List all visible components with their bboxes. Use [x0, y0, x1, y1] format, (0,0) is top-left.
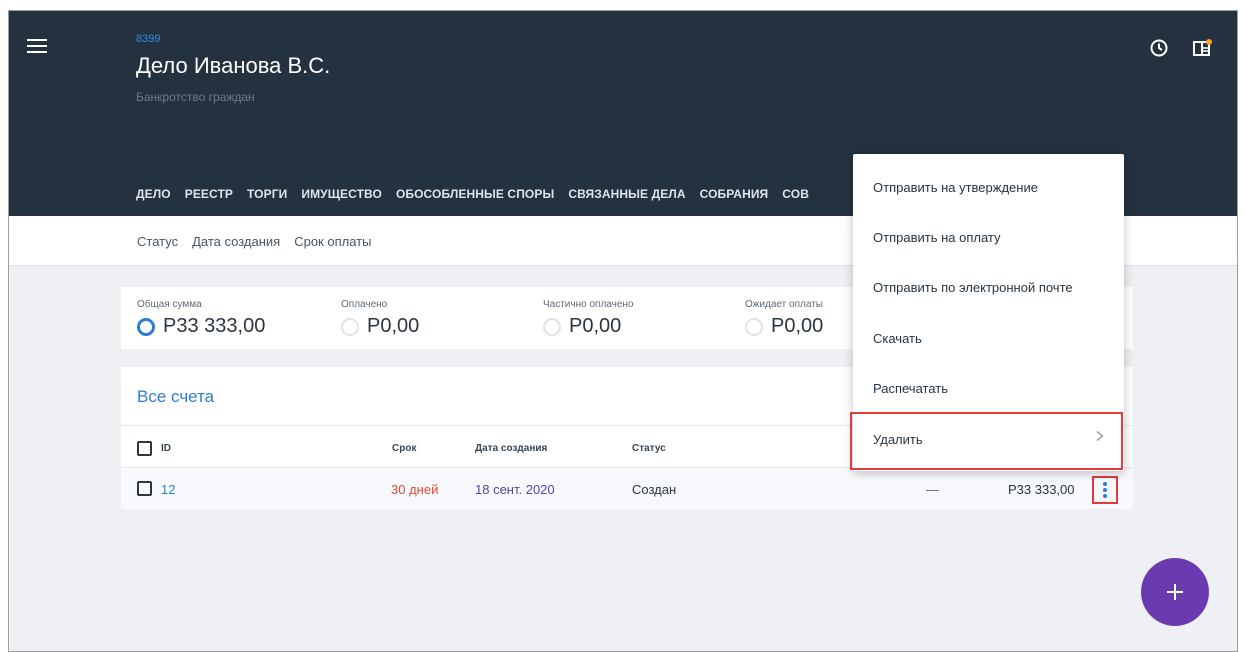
menu-item-delete[interactable]: Удалить [873, 432, 923, 447]
tab-sov[interactable]: СОВ [782, 187, 809, 201]
row-id-link[interactable]: 12 [161, 482, 175, 497]
row-dash: — [926, 482, 939, 497]
summary-total: Общая сумма Р33 333,00 [137, 299, 265, 338]
select-all-checkbox[interactable] [137, 441, 152, 456]
summary-paid-label: Оплачено [341, 299, 388, 310]
summary-pending: Ожидает оплаты Р0,00 [745, 299, 823, 338]
summary-paid: Оплачено Р0,00 [341, 299, 419, 338]
tab-related-cases[interactable]: СВЯЗАННЫЕ ДЕЛА [568, 187, 685, 201]
filter-payment-term[interactable]: Срок оплаты [294, 234, 371, 249]
chevron-right-icon [1095, 428, 1105, 442]
clock-icon[interactable] [1149, 38, 1169, 58]
tab-reestr[interactable]: РЕЕСТР [185, 187, 233, 201]
case-tabs: ДЕЛО РЕЕСТР ТОРГИ ИМУЩЕСТВО ОБОСОБЛЕННЫЕ… [136, 187, 823, 201]
tab-meetings[interactable]: СОБРАНИЯ [700, 187, 769, 201]
summary-partial-value: Р0,00 [569, 315, 622, 337]
hamburger-icon[interactable] [27, 39, 47, 55]
filter-status[interactable]: Статус [137, 234, 178, 249]
summary-pending-value: Р0,00 [771, 315, 824, 337]
more-vertical-icon[interactable] [1092, 476, 1118, 504]
progress-ring-icon [137, 317, 155, 336]
case-id: 8399 [136, 33, 161, 45]
progress-ring-icon [341, 317, 359, 336]
row-term: 30 дней [391, 482, 439, 497]
progress-ring-icon [543, 317, 561, 336]
invoices-title: Все счета [137, 387, 215, 406]
table-row[interactable]: 12 30 дней 18 сент. 2020 Создан — Р33 33… [121, 467, 1133, 509]
tab-imushchestvo[interactable]: ИМУЩЕСТВО [301, 187, 382, 201]
column-header-id[interactable]: ID [161, 443, 171, 454]
summary-total-value: Р33 333,00 [163, 315, 266, 337]
summary-partial-label: Частично оплачено [543, 299, 634, 310]
menu-item-print[interactable]: Распечатать [873, 381, 948, 396]
menu-item-send-approval[interactable]: Отправить на утверждение [873, 180, 1038, 195]
summary-total-label: Общая сумма [137, 299, 202, 310]
summary-pending-label: Ожидает оплаты [745, 299, 823, 310]
row-amount: Р33 333,00 [1008, 482, 1075, 497]
column-header-status[interactable]: Статус [632, 443, 666, 454]
menu-item-download[interactable]: Скачать [873, 331, 922, 346]
row-checkbox[interactable] [137, 481, 152, 496]
menu-item-send-email[interactable]: Отправить по электронной почте [873, 280, 1073, 295]
sidebar-panel-icon[interactable] [1192, 38, 1212, 58]
add-button[interactable] [1141, 558, 1209, 626]
tab-delo[interactable]: ДЕЛО [136, 187, 171, 201]
tab-torgi[interactable]: ТОРГИ [247, 187, 287, 201]
row-status: Создан [632, 482, 677, 497]
case-subtitle: Банкротство граждан [136, 90, 255, 104]
progress-ring-icon [745, 317, 763, 336]
page-title: Дело Иванова В.С. [136, 53, 331, 78]
summary-partial: Частично оплачено Р0,00 [543, 299, 633, 338]
column-header-created[interactable]: Дата создания [475, 443, 547, 454]
app-window: 8399 Дело Иванова В.С. Банкротство гражд… [8, 10, 1238, 652]
summary-paid-value: Р0,00 [367, 315, 420, 337]
tab-separate-disputes[interactable]: ОБОСОБЛЕННЫЕ СПОРЫ [396, 187, 554, 201]
column-header-term[interactable]: Срок [392, 443, 416, 454]
context-menu: Отправить на утверждение Отправить на оп… [850, 154, 1124, 471]
plus-icon [1167, 584, 1183, 600]
filter-created-date[interactable]: Дата создания [192, 234, 280, 249]
menu-item-send-payment[interactable]: Отправить на оплату [873, 230, 1001, 245]
row-created-date: 18 сент. 2020 [475, 482, 555, 497]
